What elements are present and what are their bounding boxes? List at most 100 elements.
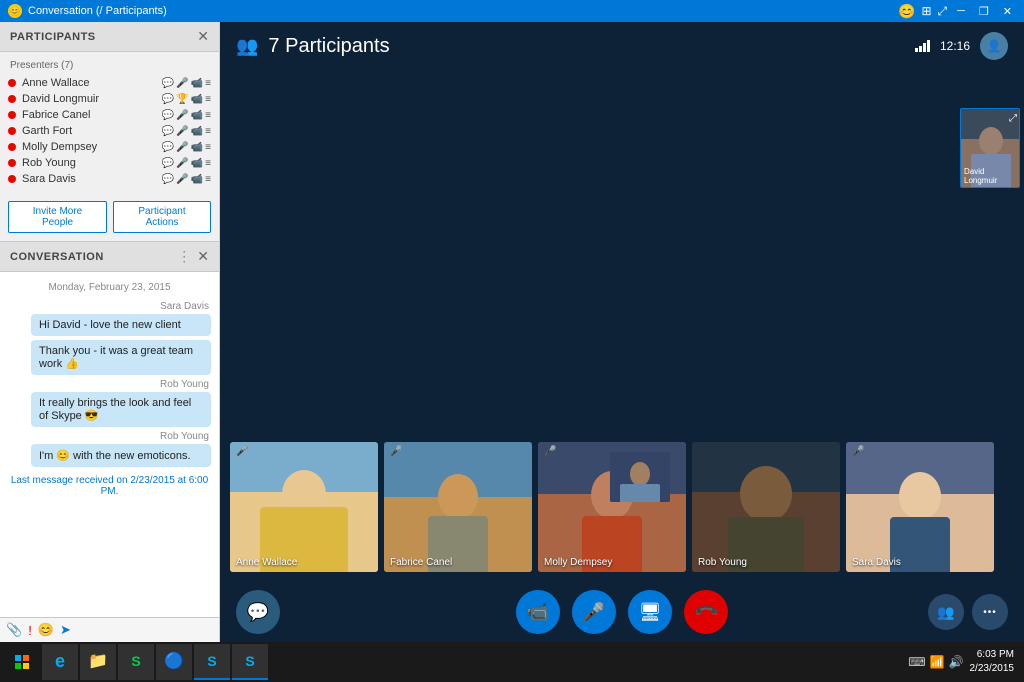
mic-icon: 🎤: [176, 174, 188, 185]
menu-icon: ≡: [205, 78, 211, 89]
video-tile-sara[interactable]: 🎤 Sara Davis: [846, 442, 994, 572]
left-panel: PARTICIPANTS ✕ Presenters (7) Anne Walla…: [0, 22, 220, 642]
expand-icon[interactable]: ⤢: [938, 4, 948, 19]
system-tray: ⌨ 📶 🔊: [908, 655, 963, 669]
signal-bar-3: [923, 43, 926, 52]
keyboard-icon: ⌨: [908, 655, 925, 669]
send-icon[interactable]: ➤: [60, 622, 71, 638]
video-panel: 👥 7 Participants 12:16 👤: [220, 22, 1024, 642]
video-icon: 📹: [191, 142, 203, 153]
status-dot: [8, 127, 16, 135]
video-tile-label: Sara Davis: [852, 557, 901, 568]
conversation-close-button[interactable]: ✕: [197, 248, 209, 265]
title-bar-right: 😊 ⊞ ⤢ ─ ❐ ✕: [898, 3, 1016, 20]
video-tile-david[interactable]: ⤢ David Longmuir: [960, 108, 1020, 188]
minimize-button[interactable]: ─: [953, 5, 969, 17]
current-time: 6:03 PM: [970, 648, 1015, 662]
windows-square-3: [15, 663, 21, 669]
mic-icon: 🎤: [176, 110, 188, 121]
taskbar-chrome[interactable]: 🔵: [156, 644, 192, 680]
network-icon: 📶: [930, 655, 945, 669]
more-options-button[interactable]: •••: [972, 594, 1008, 630]
taskbar-explorer[interactable]: 📁: [80, 644, 116, 680]
participant-icons: 💬 🏆 📹 ≡: [162, 94, 211, 105]
mute-icon: 🎤: [852, 446, 864, 457]
clock-display[interactable]: 6:03 PM 2/23/2015: [970, 648, 1015, 676]
status-dot: [8, 159, 16, 167]
chat-icon: 💬: [162, 174, 174, 185]
attachment-icon[interactable]: 📎: [6, 622, 22, 638]
video-tile-rob[interactable]: Rob Young: [692, 442, 840, 572]
award-icon: 🏆: [176, 94, 188, 105]
restore-button[interactable]: ❐: [975, 5, 993, 18]
profile-button[interactable]: 👤: [980, 32, 1008, 60]
screen-share-button[interactable]: 🖥: [628, 590, 672, 634]
message-sender: Sara Davis: [10, 301, 209, 312]
window-title: Conversation (/ Participants): [28, 5, 167, 17]
taskbar-ie[interactable]: e: [42, 644, 78, 680]
secondary-controls: 👥 •••: [928, 594, 1008, 630]
chat-icon: 💬: [162, 94, 174, 105]
mic-icon: 🎤: [176, 126, 188, 137]
signal-strength-icon: [915, 40, 930, 52]
chat-message: I'm 😊 with the new emoticons.: [31, 444, 211, 467]
status-dot: [8, 143, 16, 151]
conversation-section: CONVERSATION ⋮ ✕ Monday, February 23, 20…: [0, 241, 219, 642]
status-dot: [8, 111, 16, 119]
taskbar-skype2[interactable]: S: [232, 644, 268, 680]
chat-icon: 💬: [162, 78, 174, 89]
participants-count: 7 Participants: [268, 35, 389, 58]
chat-icon: 💬: [162, 126, 174, 137]
video-toggle-button[interactable]: 📹: [516, 590, 560, 634]
taskbar-store[interactable]: S: [118, 644, 154, 680]
title-bar: 😊 Conversation (/ Participants) 😊 ⊞ ⤢ ─ …: [0, 0, 1024, 22]
video-icon: 📹: [191, 110, 203, 121]
invite-more-button[interactable]: Invite More People: [8, 201, 107, 233]
mute-icon: 🎤: [544, 446, 556, 457]
video-header: 👥 7 Participants 12:16 👤: [220, 22, 1024, 70]
participants-title: PARTICIPANTS: [10, 31, 96, 43]
video-icon: 📹: [191, 94, 203, 105]
status-dot: [8, 95, 16, 103]
participant-actions-button[interactable]: Participant Actions: [113, 201, 211, 233]
status-dot: [8, 175, 16, 183]
mic-icon: 🎤: [176, 142, 188, 153]
urgent-icon[interactable]: !: [28, 623, 32, 638]
app-body: PARTICIPANTS ✕ Presenters (7) Anne Walla…: [0, 22, 1024, 642]
video-tile-label: Molly Dempsey: [544, 557, 612, 568]
title-bar-left: 😊 Conversation (/ Participants): [8, 4, 167, 18]
menu-icon: ≡: [205, 126, 211, 137]
start-button[interactable]: [4, 644, 40, 680]
end-call-button[interactable]: 📞: [675, 581, 737, 643]
self-view-tile[interactable]: [610, 452, 670, 502]
emoji-icon[interactable]: 😊: [38, 622, 54, 638]
taskbar-skype[interactable]: S: [194, 644, 230, 680]
smiley-icon[interactable]: 😊: [898, 3, 915, 20]
video-icon: 📹: [191, 126, 203, 137]
video-tile-anne[interactable]: 🎤 Anne Wallace: [230, 442, 378, 572]
mic-toggle-button[interactable]: 🎤: [572, 590, 616, 634]
video-icon: 📹: [191, 78, 203, 89]
participant-icons: 💬 🎤 📹 ≡: [162, 158, 211, 169]
close-button[interactable]: ✕: [999, 5, 1016, 18]
chat-icon: 💬: [162, 142, 174, 153]
participant-photo-rob: [692, 442, 840, 572]
participants-close-button[interactable]: ✕: [197, 28, 209, 45]
video-header-right: 12:16 👤: [915, 32, 1008, 60]
video-tile-fabrice[interactable]: 🎤 Fabrice Canel: [384, 442, 532, 572]
participant-photo-sara: [846, 442, 994, 572]
current-date: 2/23/2015: [970, 662, 1015, 676]
conversation-menu-icon[interactable]: ⋮: [177, 248, 191, 265]
grid-icon[interactable]: ⊞: [921, 4, 931, 18]
participant-icons: 💬 🎤 📹 ≡: [162, 142, 211, 153]
participant-name: Garth Fort: [22, 125, 162, 137]
participants-control-button[interactable]: 👥: [928, 594, 964, 630]
participant-item: Anne Wallace 💬 🎤 📹 ≡: [0, 75, 219, 91]
participant-item: Rob Young 💬 🎤 📹 ≡: [0, 155, 219, 171]
conversation-body[interactable]: Monday, February 23, 2015 Sara Davis Hi …: [0, 272, 219, 617]
participant-name: David Longmuir: [22, 93, 162, 105]
video-tile-label: Fabrice Canel: [390, 557, 452, 568]
last-message-notice: Last message received on 2/23/2015 at 6:…: [8, 471, 211, 499]
chat-toggle-button[interactable]: 💬: [236, 590, 280, 634]
participant-item: David Longmuir 💬 🏆 📹 ≡: [0, 91, 219, 107]
